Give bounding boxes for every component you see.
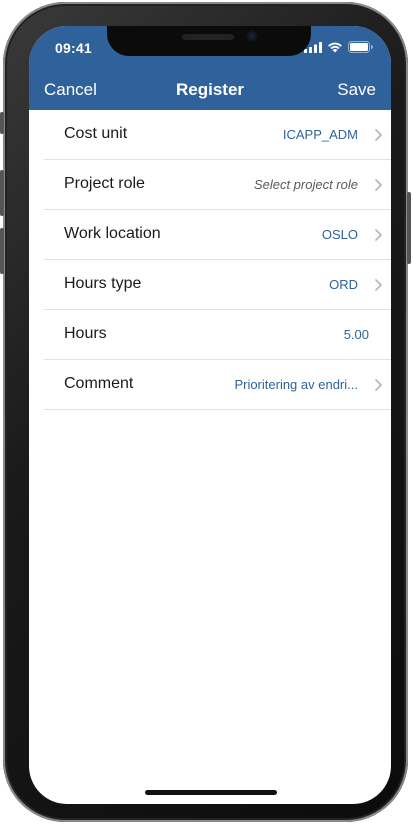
power-button: [407, 192, 411, 264]
hours-type-row[interactable]: Hours type ORD: [44, 260, 391, 310]
save-button[interactable]: Save: [337, 80, 376, 100]
front-camera: [247, 31, 257, 41]
hours-input[interactable]: 5.00: [344, 327, 369, 342]
chevron-right-icon: [375, 179, 382, 191]
row-label: Cost unit: [64, 125, 128, 142]
row-label: Hours: [64, 325, 107, 342]
comment-row[interactable]: Comment Prioritering av endri...: [44, 360, 391, 410]
row-value: ICAPP_ADM: [282, 127, 358, 142]
row-placeholder: Select project role: [253, 177, 358, 192]
home-indicator[interactable]: [145, 790, 277, 795]
volume-up-button: [0, 170, 4, 216]
row-value: OSLO: [321, 227, 358, 242]
row-label: Comment: [64, 375, 134, 392]
battery-icon: [348, 41, 373, 53]
wifi-icon: [328, 42, 342, 52]
chevron-right-icon: [375, 229, 382, 241]
mute-switch: [0, 112, 4, 134]
row-label: Project role: [64, 175, 145, 192]
form-list: Cost unit ICAPP_ADM Project role Select …: [44, 110, 391, 410]
device-notch: [107, 26, 311, 56]
row-label: Hours type: [64, 275, 142, 292]
row-value: ORD: [329, 277, 358, 292]
status-icons: [304, 41, 373, 53]
hours-row[interactable]: Hours 5.00: [44, 310, 391, 360]
chevron-right-icon: [375, 279, 382, 291]
chevron-right-icon: [375, 379, 382, 391]
speaker-grille: [182, 34, 234, 40]
screen: 09:41 Cancel Register Save Cost unit ICA…: [29, 26, 391, 804]
status-time: 09:41: [55, 40, 92, 56]
cost-unit-row[interactable]: Cost unit ICAPP_ADM: [44, 110, 391, 160]
chevron-right-icon: [375, 129, 382, 141]
row-label: Work location: [64, 225, 161, 242]
project-role-row[interactable]: Project role Select project role: [44, 160, 391, 210]
volume-down-button: [0, 228, 4, 274]
row-value: Prioritering av endri...: [234, 377, 358, 392]
phone-frame: 09:41 Cancel Register Save Cost unit ICA…: [0, 2, 411, 822]
work-location-row[interactable]: Work location OSLO: [44, 210, 391, 260]
